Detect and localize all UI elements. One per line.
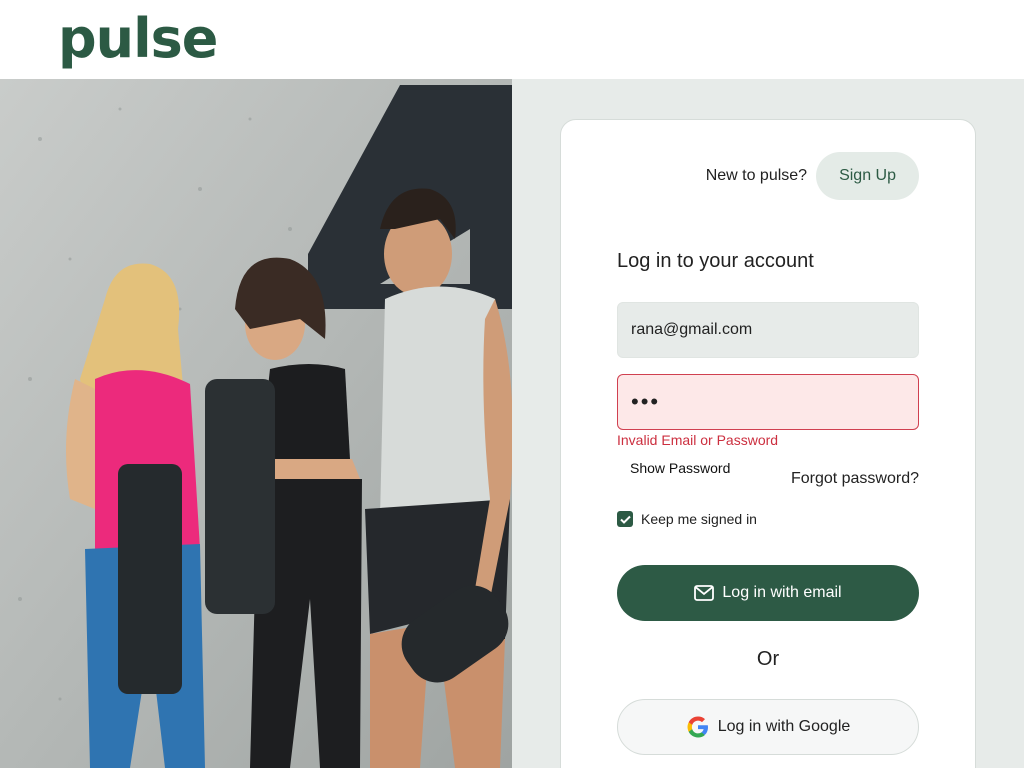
sign-up-button[interactable]: Sign Up [816, 152, 919, 200]
google-icon [687, 716, 708, 738]
login-card: New to pulse? Sign Up Log in to your acc… [560, 119, 976, 768]
or-divider: Or [756, 648, 780, 670]
signup-row: New to pulse? Sign Up [706, 152, 919, 200]
password-field[interactable]: ••• [617, 374, 919, 430]
google-login-label: Log in with Google [717, 718, 851, 735]
keep-signed-in-checkbox[interactable] [617, 511, 633, 527]
pulse-logo[interactable]: pulse [58, 6, 218, 72]
keep-signed-in-label: Keep me signed in [641, 511, 757, 527]
keep-signed-in-row[interactable]: Keep me signed in [617, 511, 757, 527]
email-login-label: Log in with email [722, 584, 842, 601]
checkmark-icon [619, 515, 631, 524]
log-in-with-email-button[interactable]: Log in with email [617, 565, 919, 621]
log-in-with-google-button[interactable]: Log in with Google [617, 699, 919, 755]
email-field[interactable]: rana@gmail.com [617, 302, 919, 358]
top-header: pulse [0, 0, 1024, 79]
hero-image [0, 79, 512, 768]
login-error-message: Invalid Email or Password [617, 432, 779, 448]
fitness-photo-illustration [0, 79, 512, 768]
show-password-toggle[interactable]: Show Password [630, 460, 730, 476]
signup-prompt: New to pulse? [705, 167, 808, 184]
login-title: Log in to your account [617, 250, 814, 272]
forgot-password-link[interactable]: Forgot password? [791, 470, 919, 488]
envelope-icon [694, 585, 715, 601]
